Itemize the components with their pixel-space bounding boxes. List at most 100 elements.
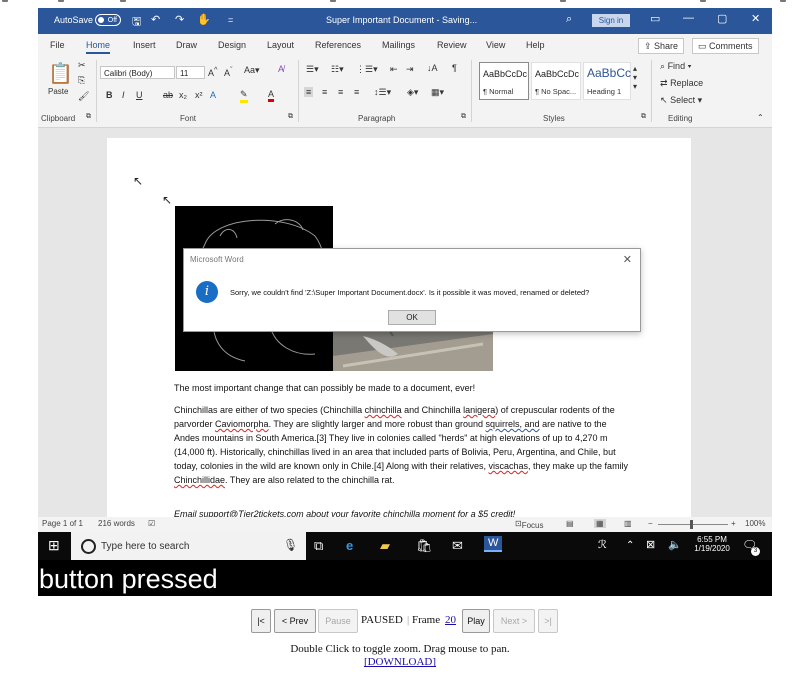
page-count[interactable]: Page 1 of 1 — [42, 519, 83, 528]
styles-launcher-icon[interactable]: ⧉ — [641, 113, 646, 121]
collapse-ribbon-icon[interactable]: ⌃ — [757, 113, 764, 122]
font-size-combo[interactable]: 11 — [176, 66, 205, 79]
copy-icon[interactable]: ⎘ — [78, 75, 85, 86]
numbering-icon[interactable]: ☷▾ — [331, 64, 344, 75]
first-frame-button[interactable]: |< — [251, 609, 271, 633]
bullets-icon[interactable]: ☰▾ — [306, 64, 319, 75]
tab-view[interactable]: View — [486, 40, 505, 50]
share-button[interactable]: ⇪ Share — [638, 38, 685, 54]
underline-icon[interactable]: U — [136, 90, 143, 100]
tab-references[interactable]: References — [315, 40, 361, 50]
paste-label[interactable]: Paste — [48, 87, 68, 96]
change-case-icon[interactable]: Aa▾ — [244, 65, 260, 76]
file-explorer-icon[interactable]: ▰ — [380, 538, 390, 554]
store-icon[interactable]: 🛍 — [416, 538, 433, 554]
clipboard-launcher-icon[interactable]: ⧉ — [86, 113, 91, 121]
format-painter-icon[interactable]: 🖌 — [78, 91, 89, 102]
shading-icon[interactable]: ◈▾ — [407, 87, 418, 98]
pause-button[interactable]: Pause — [318, 609, 358, 633]
web-layout-icon[interactable]: ▥ — [624, 519, 632, 528]
font-color-icon[interactable]: A — [268, 89, 275, 102]
read-mode-icon[interactable]: ▤ — [566, 519, 574, 528]
ribbon-display-icon[interactable]: ▭ — [650, 12, 660, 25]
next-frame-button[interactable]: Next > — [493, 609, 535, 633]
clear-format-icon[interactable]: A̸ — [278, 64, 284, 74]
subscript-icon[interactable]: x₂ — [179, 90, 187, 100]
tab-mailings[interactable]: Mailings — [382, 40, 415, 50]
sort-icon[interactable]: ↓A — [427, 63, 438, 73]
prev-frame-button[interactable]: < Prev — [274, 609, 316, 633]
align-right-icon[interactable]: ≡ — [338, 87, 343, 97]
download-link[interactable]: [DOWNLOAD] — [0, 656, 800, 668]
zoom-slider[interactable] — [658, 524, 728, 525]
grow-font-icon[interactable]: A^ — [208, 65, 218, 78]
volume-icon[interactable]: 🔈 — [668, 538, 682, 551]
styles-scroll-icon[interactable]: ▴ ▾ ▾ — [633, 64, 637, 91]
shrink-font-icon[interactable]: Aˇ — [224, 65, 233, 78]
zoom-level[interactable]: 100% — [745, 519, 765, 528]
focus-button[interactable]: ⊡ Focus — [515, 519, 544, 530]
paragraph-launcher-icon[interactable]: ⧉ — [461, 113, 466, 121]
tab-draw[interactable]: Draw — [176, 40, 197, 50]
network-icon[interactable]: ⊠ — [646, 538, 655, 551]
word-taskbar-icon[interactable]: W — [484, 536, 503, 552]
align-center-icon[interactable]: ≡ — [322, 87, 327, 97]
zoom-slider-thumb[interactable] — [690, 520, 693, 529]
play-button[interactable]: Play — [462, 609, 490, 633]
customize-qa-icon[interactable]: = — [228, 15, 233, 25]
italic-icon[interactable]: I — [122, 90, 125, 100]
show-hidden-icons[interactable]: ⌃ — [626, 540, 634, 551]
cut-icon[interactable]: ✂ — [78, 60, 86, 71]
tab-file[interactable]: File — [50, 40, 65, 50]
zoom-out-icon[interactable]: − — [648, 519, 653, 528]
print-layout-icon[interactable]: ▦ — [594, 519, 606, 528]
font-name-combo[interactable]: Calibri (Body) — [100, 66, 175, 79]
frame-number[interactable]: 20 — [445, 614, 456, 626]
word-count[interactable]: 216 words — [98, 519, 135, 528]
justify-icon[interactable]: ≡ — [354, 87, 359, 97]
proofing-icon[interactable]: ☑ — [148, 519, 155, 528]
style-no-spacing[interactable]: AaBbCcDc ¶ No Spac... — [531, 62, 581, 100]
superscript-icon[interactable]: x² — [195, 90, 203, 100]
tab-design[interactable]: Design — [218, 40, 246, 50]
select-button[interactable]: ↖ Select ▾ — [660, 95, 702, 106]
mail-icon[interactable]: ✉ — [452, 538, 463, 554]
taskbar-search-box[interactable]: Type here to search 🎙 — [71, 532, 306, 560]
decrease-indent-icon[interactable]: ⇤ — [390, 64, 398, 75]
tab-insert[interactable]: Insert — [133, 40, 156, 50]
maximize-button[interactable]: ▢ — [717, 12, 727, 25]
line-spacing-icon[interactable]: ↕☰▾ — [374, 87, 391, 98]
edge-icon[interactable]: e — [346, 538, 353, 553]
autosave-toggle[interactable]: Off — [95, 14, 121, 26]
dialog-close-icon[interactable]: ✕ — [623, 253, 632, 266]
multilevel-list-icon[interactable]: ⋮☰▾ — [356, 64, 378, 75]
search-icon[interactable]: ⌕ — [566, 13, 572, 26]
undo-icon[interactable]: ↶ — [151, 13, 160, 26]
minimize-button[interactable]: — — [683, 12, 694, 24]
bold-icon[interactable]: B — [106, 90, 113, 100]
style-normal[interactable]: AaBbCcDc ¶ Normal — [479, 62, 529, 100]
task-view-icon[interactable]: ⧉ — [314, 538, 323, 554]
increase-indent-icon[interactable]: ⇥ — [406, 64, 414, 75]
people-icon[interactable]: ℛ — [598, 538, 607, 551]
sign-in-button[interactable]: Sign in — [592, 14, 630, 27]
paste-icon[interactable]: 📋 — [48, 61, 73, 86]
highlight-icon[interactable]: ✎ — [240, 89, 248, 103]
replace-button[interactable]: ⇄ Replace — [660, 78, 703, 89]
text-effects-icon[interactable]: A — [210, 90, 216, 100]
font-launcher-icon[interactable]: ⧉ — [288, 113, 293, 121]
pilcrow-icon[interactable]: ¶ — [452, 63, 457, 73]
tab-help[interactable]: Help — [526, 40, 545, 50]
last-frame-button[interactable]: >| — [538, 609, 558, 633]
find-button[interactable]: ⌕ Find ▾ — [660, 61, 691, 72]
touch-mode-icon[interactable]: ✋ — [197, 13, 211, 26]
ok-button[interactable]: OK — [388, 310, 436, 325]
frame-number-link[interactable]: 20 — [445, 614, 456, 626]
microphone-icon[interactable]: 🎙 — [283, 538, 298, 552]
align-left-icon[interactable]: ≡ — [304, 87, 314, 97]
close-button[interactable]: ✕ — [751, 12, 760, 25]
tab-review[interactable]: Review — [437, 40, 467, 50]
tab-layout[interactable]: Layout — [267, 40, 294, 50]
zoom-in-icon[interactable]: + — [731, 519, 736, 528]
borders-icon[interactable]: ▦▾ — [431, 87, 444, 98]
